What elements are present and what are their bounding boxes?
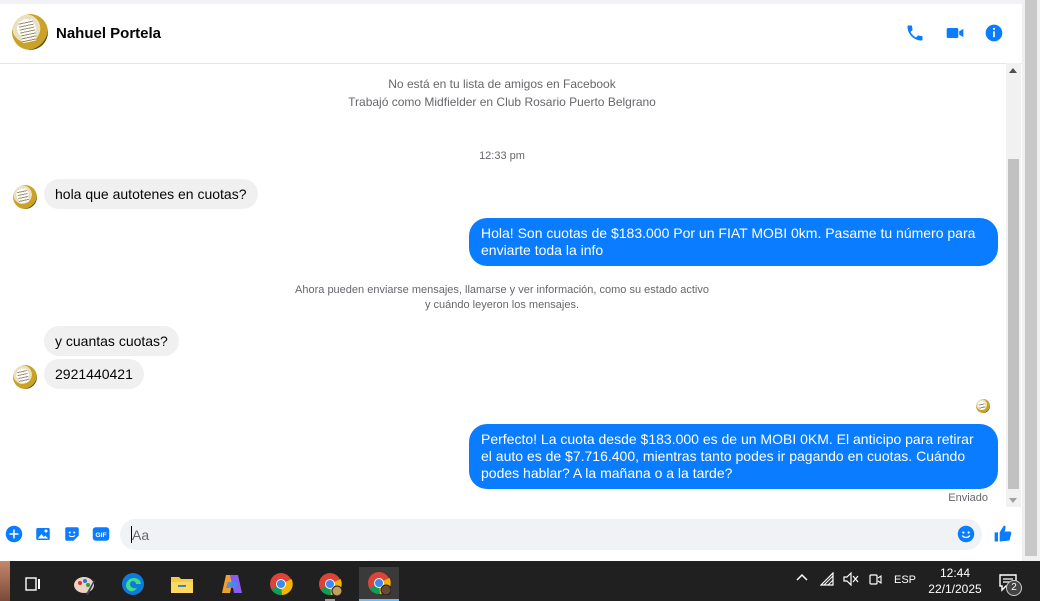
contact-name[interactable]: Nahuel Portela	[56, 25, 161, 42]
clock-date: 22/1/2025	[928, 582, 982, 596]
scroll-thumb[interactable]	[1008, 159, 1019, 489]
outgoing-message[interactable]: Perfecto! La cuota desde $183.000 es de …	[469, 424, 998, 489]
outgoing-message[interactable]: Hola! Son cuotas de $183.000 Por un FIAT…	[469, 218, 998, 266]
contact-avatar[interactable]	[12, 14, 48, 50]
thread-scrollbar[interactable]	[1006, 63, 1021, 507]
volume-muted-icon[interactable]	[843, 571, 859, 589]
task-view-icon[interactable]	[13, 567, 53, 601]
phone-icon[interactable]	[905, 23, 925, 43]
seen-indicator-avatar	[976, 399, 990, 413]
meet-now-icon[interactable]	[868, 572, 882, 589]
incoming-message[interactable]: y cuantas cuotas?	[44, 326, 179, 356]
emoji-icon[interactable]	[957, 525, 975, 543]
work-info: Trabajó como Midfielder en Club Rosario …	[348, 95, 656, 109]
text-caret	[131, 526, 132, 543]
notification-count-badge: 2	[1006, 580, 1022, 596]
chat-header: Nahuel Portela	[0, 0, 1022, 64]
sent-status: Enviado	[948, 492, 988, 504]
sender-avatar[interactable]	[13, 185, 37, 209]
scroll-up-arrow[interactable]	[1009, 68, 1017, 73]
plus-circle-icon[interactable]	[5, 525, 23, 543]
windows-taskbar: ESP 12:44 22/1/2025	[0, 561, 1040, 601]
gif-icon[interactable]: GIF	[92, 525, 110, 543]
system-clock[interactable]: 12:44 22/1/2025	[922, 565, 988, 597]
show-hidden-icons-icon[interactable]	[795, 571, 809, 588]
file-explorer-icon[interactable]	[162, 567, 202, 601]
incoming-message[interactable]: 2921440421	[44, 359, 144, 389]
paint-icon[interactable]	[64, 567, 104, 601]
message-input[interactable]	[120, 519, 982, 550]
system-notice-line-1: Ahora pueden enviarse mensajes, llamarse…	[295, 284, 709, 296]
system-notice-line-2: y cuándo leyeron los mensajes.	[424, 299, 580, 311]
info-icon[interactable]	[984, 23, 1004, 43]
incoming-message[interactable]: hola que autotenes en cuotas?	[44, 179, 258, 209]
not-friends-info: No está en tu lista de amigos en Faceboo…	[388, 77, 616, 91]
window-scroll-thumb[interactable]	[1025, 0, 1037, 556]
copilot-icon[interactable]	[212, 567, 252, 601]
message-timestamp: 12:33 pm	[479, 150, 525, 162]
clock-time: 12:44	[939, 566, 971, 580]
photo-icon[interactable]	[34, 525, 52, 543]
window-scrollbar[interactable]	[1022, 0, 1040, 561]
language-indicator[interactable]: ESP	[894, 574, 916, 586]
wifi-icon[interactable]	[819, 571, 836, 589]
desktop-edge	[0, 561, 10, 601]
scroll-down-arrow[interactable]	[1009, 498, 1017, 503]
chrome-profile-icon[interactable]	[310, 567, 350, 601]
composer: GIF	[0, 516, 1022, 556]
video-camera-icon[interactable]	[945, 23, 965, 43]
gif-label: GIF	[95, 532, 106, 539]
sender-avatar[interactable]	[13, 365, 37, 389]
thumbs-up-icon[interactable]	[993, 524, 1013, 544]
chrome-active-icon[interactable]	[359, 567, 399, 601]
chrome-icon[interactable]	[261, 567, 301, 601]
sticker-icon[interactable]	[63, 525, 81, 543]
edge-icon[interactable]	[113, 567, 153, 601]
